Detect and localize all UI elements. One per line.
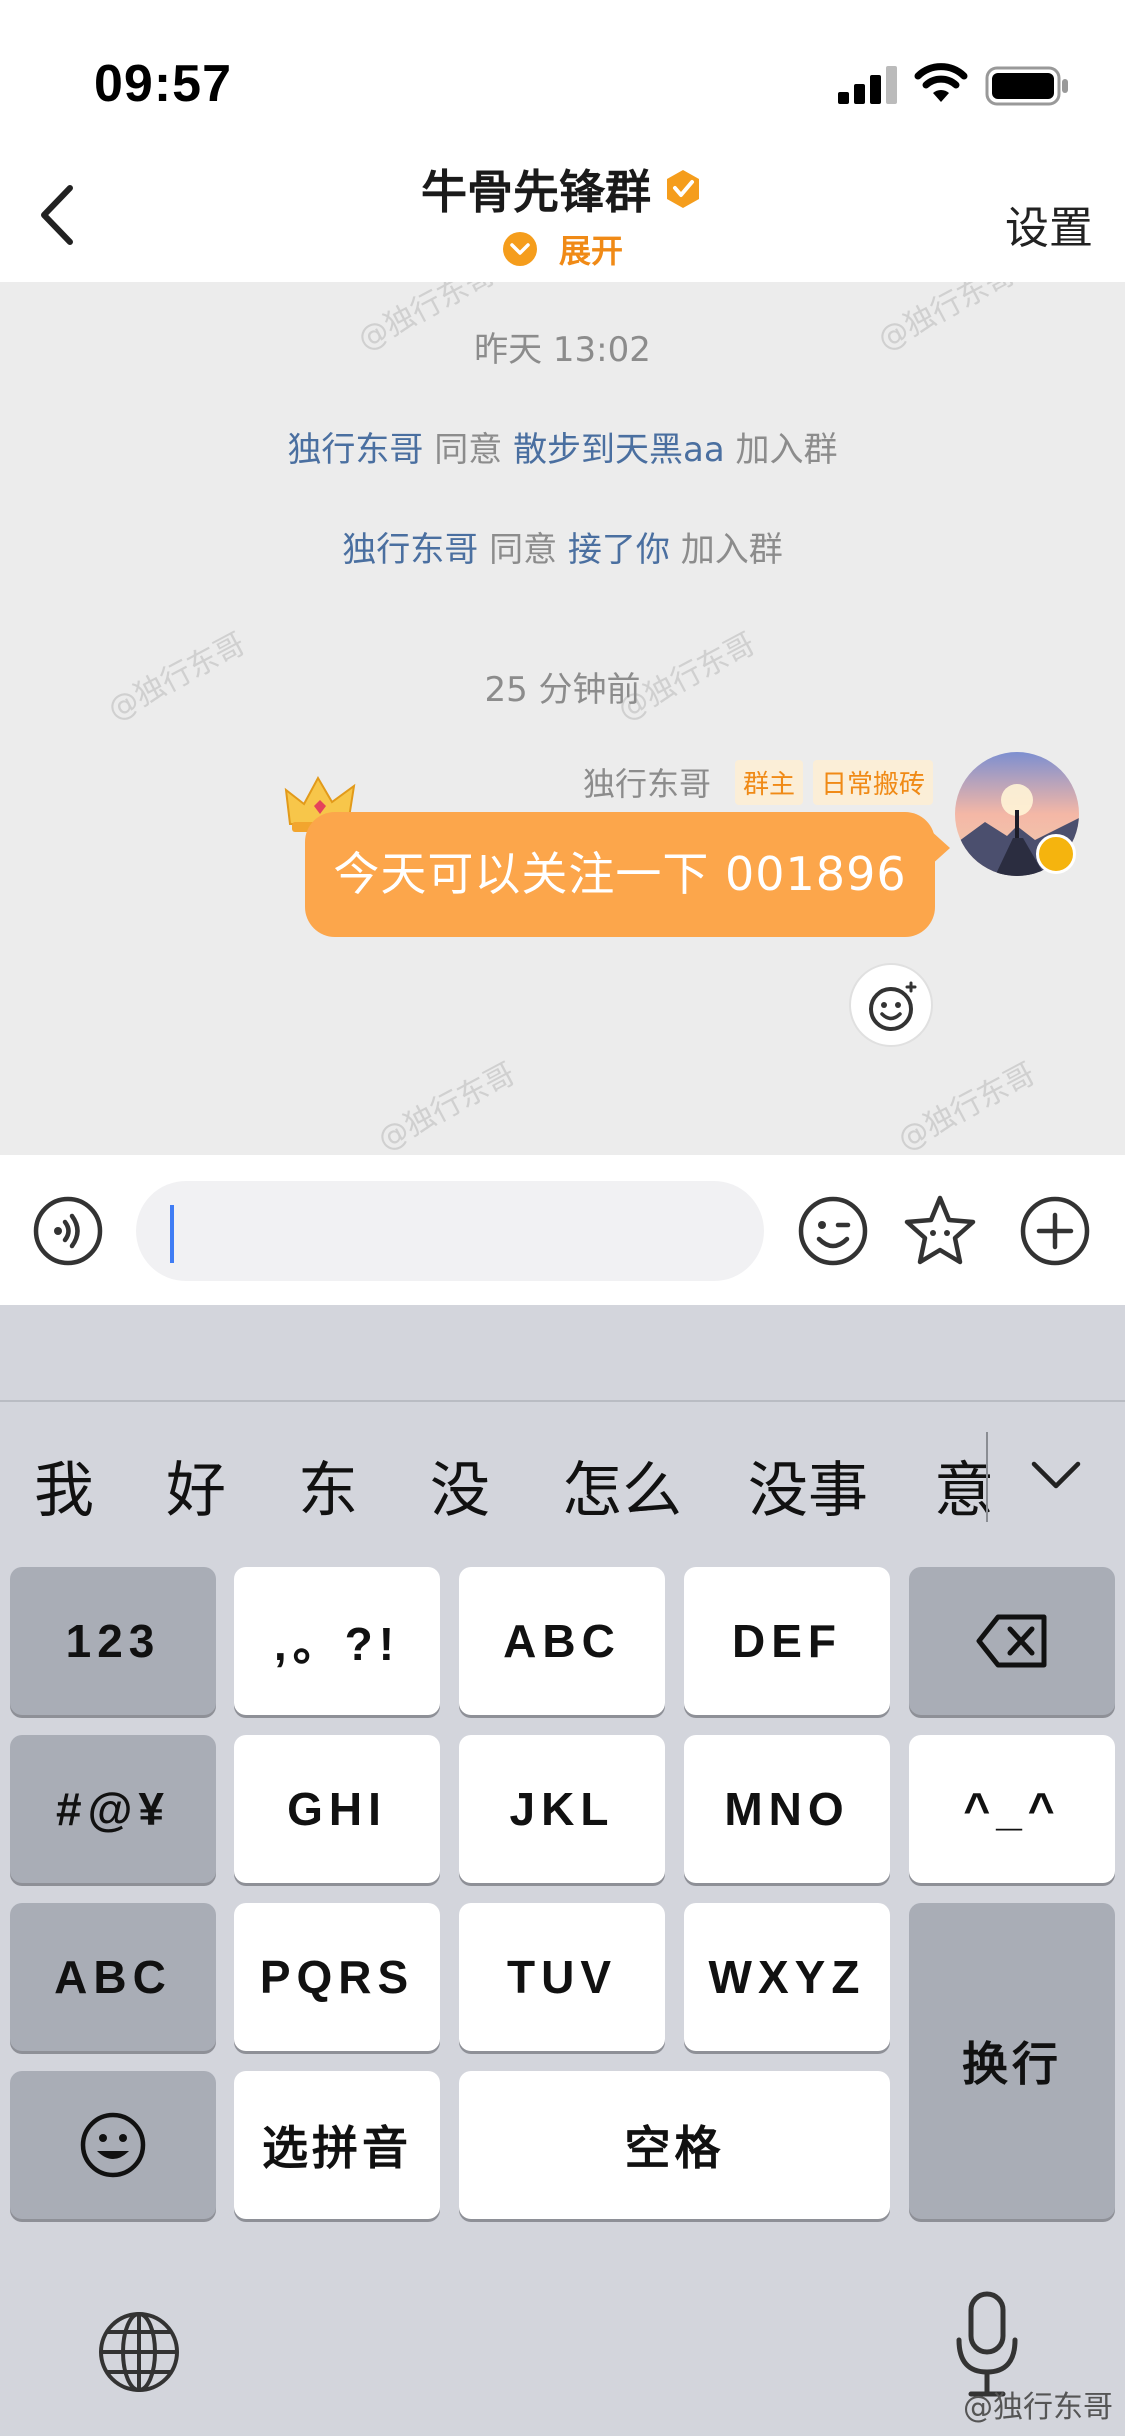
add-emoji-icon — [869, 981, 917, 1031]
candidate-word[interactable]: 没事 — [748, 1442, 868, 1529]
owner-badge: 群主 — [734, 759, 803, 805]
text-cursor — [170, 1205, 174, 1263]
input-bar — [0, 1155, 1125, 1305]
expand-candidates-chevron-icon[interactable] — [1028, 1454, 1084, 1494]
watermark: @独行东哥 — [372, 1056, 522, 1155]
key-123[interactable]: 123 — [10, 1567, 216, 1715]
globe-icon[interactable] — [97, 2310, 181, 2394]
candidate-bar: 我 好 东 没 怎么 没事 意 — [0, 1400, 1125, 1540]
candidate-divider — [986, 1432, 988, 1522]
candidate-word[interactable]: 意 — [934, 1442, 994, 1529]
cellular-signal-icon — [838, 66, 897, 104]
credit-watermark: @独行东哥 — [963, 2390, 1113, 2425]
candidate-word[interactable]: 我 — [34, 1442, 94, 1529]
member-name[interactable]: 接了你 — [568, 530, 670, 570]
candidate-word[interactable]: 东 — [298, 1442, 358, 1529]
backspace-icon — [976, 1614, 1047, 1668]
smiley-icon — [80, 2112, 146, 2178]
candidate-word[interactable]: 没 — [430, 1442, 490, 1529]
chat-message-area[interactable]: @独行东哥 @独行东哥 @独行东哥 @独行东哥 @独行东哥 @独行东哥 昨天 1… — [0, 282, 1125, 1155]
backspace-button[interactable] — [909, 1567, 1115, 1715]
key-abc-mode[interactable]: ABC — [10, 1903, 216, 2051]
settings-button[interactable]: 设置 — [1005, 192, 1093, 256]
key-abc[interactable]: ABC — [459, 1567, 665, 1715]
return-button[interactable]: 换行 — [909, 1903, 1115, 2219]
key-punctuation[interactable]: ,。?! — [234, 1567, 440, 1715]
inviter-name[interactable]: 独行东哥 — [342, 530, 478, 570]
plus-circle-icon[interactable] — [1019, 1195, 1091, 1267]
system-action: 加入群 — [735, 430, 838, 470]
system-action: 加入群 — [680, 530, 783, 570]
chat-header: 牛骨先锋群 展开 设置 — [0, 150, 1125, 282]
chevron-down-circle-icon — [502, 232, 537, 266]
verified-badge-icon — [667, 170, 700, 208]
status-time: 09:57 — [94, 55, 232, 113]
timestamp-yesterday: 昨天 13:02 — [474, 330, 651, 370]
sender-row: 独行东哥 群主 日常搬砖 — [582, 759, 933, 805]
system-message: 独行东哥 同意 散步到天黑aa 加入群 — [0, 422, 1125, 471]
key-mno[interactable]: MNO — [684, 1735, 890, 1883]
timestamp-recent: 25 分钟前 — [484, 670, 641, 710]
sticker-star-icon[interactable] — [902, 1193, 978, 1269]
system-message: 独行东哥 同意 接了你 加入群 — [0, 522, 1125, 571]
key-pqrs[interactable]: PQRS — [234, 1903, 440, 2051]
key-emoticon[interactable]: ^_^ — [909, 1735, 1115, 1883]
emoji-icon[interactable] — [797, 1195, 869, 1267]
key-ghi[interactable]: GHI — [234, 1735, 440, 1883]
bubble-tail — [930, 830, 950, 866]
candidate-word[interactable]: 怎么 — [562, 1442, 682, 1529]
inviter-name[interactable]: 独行东哥 — [287, 430, 423, 470]
system-verb: 同意 — [434, 430, 503, 470]
key-symbols[interactable]: #@¥ — [10, 1735, 216, 1883]
status-bar: 09:57 — [0, 0, 1125, 150]
voice-input-icon[interactable] — [32, 1195, 104, 1267]
sender-name: 独行东哥 — [582, 765, 711, 803]
vip-badge-icon — [1036, 834, 1076, 874]
key-def[interactable]: DEF — [684, 1567, 890, 1715]
expand-label: 展开 — [559, 232, 624, 270]
space-bar[interactable]: 空格 — [459, 2071, 890, 2219]
message-input[interactable] — [136, 1181, 764, 1281]
key-tuv[interactable]: TUV — [459, 1903, 665, 2051]
key-jkl[interactable]: JKL — [459, 1735, 665, 1883]
expand-toggle[interactable]: 展开 — [0, 226, 1125, 272]
watermark: @独行东哥 — [892, 1056, 1042, 1155]
title-badge: 日常搬砖 — [812, 759, 933, 805]
key-wxyz[interactable]: WXYZ — [684, 1903, 890, 2051]
add-reaction-button[interactable] — [849, 963, 933, 1047]
keyboard: 我 好 东 没 怎么 没事 意 123 ,。?! ABC DEF #@¥ GHI… — [0, 1305, 1125, 2436]
wifi-icon — [914, 63, 968, 102]
message-bubble[interactable]: 今天可以关注一下 001896 — [305, 812, 935, 937]
group-title: 牛骨先锋群 — [420, 165, 651, 219]
title-row: 牛骨先锋群 — [0, 156, 1125, 222]
emoji-keyboard-button[interactable] — [10, 2071, 216, 2219]
key-pinyin-select[interactable]: 选拼音 — [234, 2071, 440, 2219]
battery-icon — [985, 66, 1068, 106]
system-verb: 同意 — [489, 530, 558, 570]
candidate-word[interactable]: 好 — [166, 1442, 226, 1529]
member-name[interactable]: 散步到天黑aa — [513, 430, 725, 470]
